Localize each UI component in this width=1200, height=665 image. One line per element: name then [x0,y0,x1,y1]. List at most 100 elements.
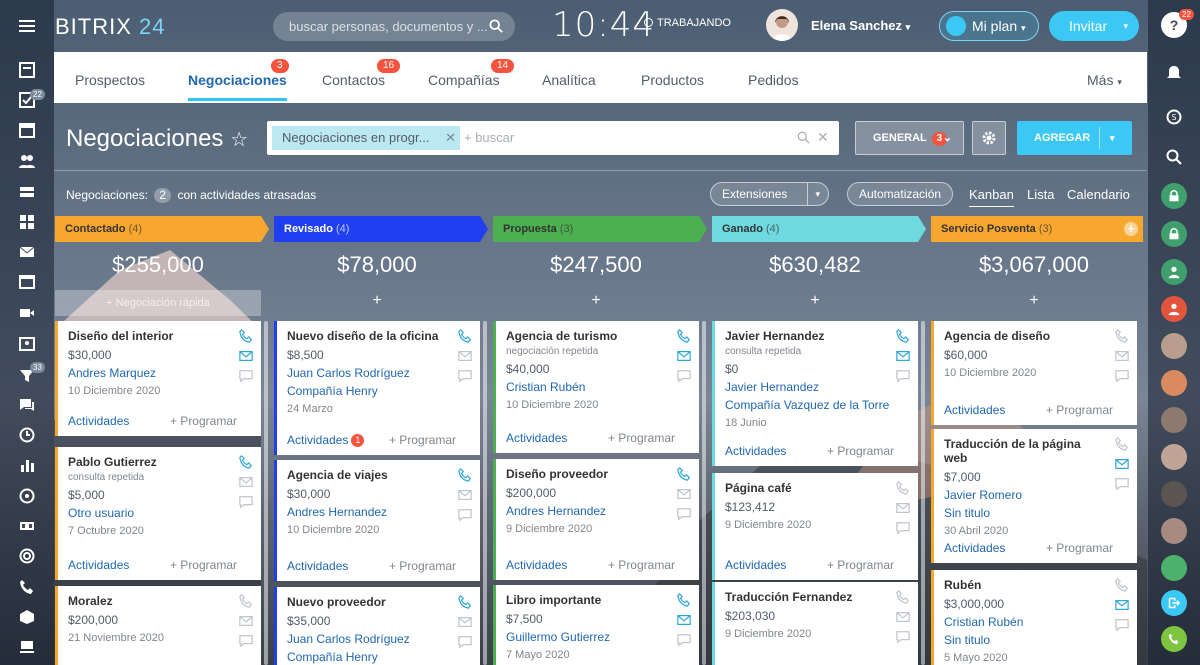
deal-title[interactable]: Traducción Fernandez [725,590,885,604]
deal-card[interactable]: Agencia de diseño $60,000 10 Diciembre 202… [931,321,1137,425]
time-icon[interactable] [18,426,36,444]
automation-icon[interactable] [18,517,36,535]
filter-search[interactable]: Negociaciones en progr... ✕ + buscar ✕ [267,121,839,155]
deal-card[interactable]: Libro importante $7,500 Guillermo Gutierre… [493,585,699,665]
tab-prospectos[interactable]: Prospectos [75,72,145,88]
schedule-link[interactable]: + Programar [1046,403,1113,417]
megaphone-avatar[interactable] [1161,370,1187,396]
column-scrollbar[interactable] [483,321,487,665]
deal-title[interactable]: Agencia de viajes [287,468,447,482]
deal-link[interactable]: Javier Romero [944,488,1137,502]
store-icon[interactable] [18,608,36,626]
schedule-link[interactable]: + Programar [170,558,237,572]
deal-card[interactable]: Nuevo diseño de la oficina $8,500 Juan Car… [274,321,480,455]
chat-icon[interactable] [18,396,36,414]
view-calendar[interactable]: Calendario [1067,187,1130,202]
deal-card[interactable]: Traducción Fernandez $203,030 9 Diciembre … [712,582,918,665]
deal-card[interactable]: Agencia de viajes $30,000 Andres Hernandez… [274,460,480,581]
mail-icon[interactable] [458,615,472,629]
phone-icon[interactable] [1115,578,1129,592]
employees-icon[interactable] [18,152,36,170]
deal-title[interactable]: Libro importante [506,593,666,607]
phone-icon[interactable] [239,594,253,608]
user-avatar[interactable] [1161,518,1187,544]
deal-card[interactable]: Página café $123,412 9 Diciembre 2020 Activ… [712,473,918,580]
mail-icon[interactable] [1115,349,1129,363]
chat-icon[interactable] [1115,618,1129,632]
open-lines-icon[interactable]: S [1161,104,1187,130]
phone-icon[interactable] [18,578,36,596]
deal-card[interactable]: Diseño del interior $30,000 Andres Marquez… [55,321,261,436]
schedule-link[interactable]: + Programar [389,433,456,447]
search-icon[interactable] [797,131,810,144]
reports-icon[interactable] [18,456,36,474]
mail-icon[interactable] [677,349,691,363]
schedule-link[interactable]: + Programar [827,558,894,572]
schedule-link[interactable]: + Programar [827,444,894,458]
phone-icon[interactable] [677,593,691,607]
deal-title[interactable]: Javier Hernandez [725,329,885,343]
deal-link[interactable]: Cristian Rubén [944,615,1137,629]
column-header[interactable]: Revisado (4) [274,216,488,242]
activities-link[interactable]: Actividades [506,558,567,572]
user-avatar[interactable] [1161,481,1187,507]
work-status[interactable]: TRABAJANDO [644,17,731,29]
deal-link[interactable]: Juan Carlos Rodríguez [287,366,480,380]
add-deal-icon[interactable]: + [274,292,480,310]
deal-card[interactable]: Pablo Gutierrez consulta repetida $5,000 Ot… [55,447,261,580]
mail-icon[interactable] [1115,598,1129,612]
phone-icon[interactable] [458,468,472,482]
group-avatar[interactable] [1161,555,1187,581]
extensions-button[interactable]: Extensiones ▾ [710,182,829,206]
call-icon[interactable] [1161,626,1187,652]
chat-icon[interactable] [458,508,472,522]
deal-link[interactable]: Guillermo Gutierrez [506,630,699,644]
deal-card[interactable]: Javier Hernandez consulta repetida $0 Javie… [712,321,918,466]
chat-icon[interactable] [458,369,472,383]
chat-icon[interactable] [458,635,472,649]
mail-icon[interactable] [1115,457,1129,471]
chat-icon[interactable] [677,633,691,647]
chat-icon[interactable] [1115,477,1129,491]
my-plan-button[interactable]: Mi plan ▾ [939,11,1039,41]
column-header[interactable]: Contactado (4) [55,216,269,242]
chat-icon[interactable] [239,369,253,383]
mail-icon[interactable] [677,613,691,627]
filter-placeholder[interactable]: + buscar [464,130,514,145]
schedule-link[interactable]: + Programar [1046,541,1113,555]
activities-link[interactable]: Actividades [506,431,567,445]
chat-icon[interactable] [1115,369,1129,383]
phone-icon[interactable] [239,455,253,469]
mail-icon[interactable] [458,349,472,363]
phone-icon[interactable] [677,329,691,343]
deal-card[interactable]: Rubén $3,000,000 Cristian Rubén Sin titulo 5… [931,570,1137,665]
avatar[interactable] [766,9,798,41]
close-icon[interactable]: ✕ [445,126,456,150]
chat-icon[interactable] [896,630,910,644]
drive-icon[interactable] [18,183,36,201]
mail-icon[interactable] [896,501,910,515]
automation-button[interactable]: Automatización [847,182,954,206]
deal-link[interactable]: Andres Marquez [68,366,261,380]
sales-icon[interactable] [18,487,36,505]
exit-icon[interactable] [1161,590,1187,616]
activities-link[interactable]: Actividades [725,444,786,458]
activities-link[interactable]: Actividades [68,558,129,572]
crm-contact-avatar[interactable] [1161,296,1187,322]
deal-link[interactable]: Javier Hernandez [725,380,918,394]
notifications-icon[interactable] [1161,60,1187,86]
devops-icon[interactable] [18,638,36,656]
chat-icon[interactable] [896,521,910,535]
deal-link[interactable]: Juan Carlos Rodríguez [287,632,480,646]
deal-title[interactable]: Traducción de la página web [944,437,1104,465]
deal-link[interactable]: Andres Hernandez [506,504,699,518]
add-deal-icon[interactable]: + [931,292,1137,310]
deal-title[interactable]: Diseño del interior [68,329,228,343]
column-scrollbar[interactable] [264,321,268,665]
deal-card[interactable]: Moralez $200,000 21 Noviembre 2020 [55,586,261,665]
tab-pedidos[interactable]: Pedidos [748,72,799,88]
activities-link[interactable]: Actividades [944,541,1005,555]
mail-icon[interactable] [458,488,472,502]
view-list[interactable]: Lista [1027,187,1054,202]
column-scrollbar[interactable] [702,321,706,665]
